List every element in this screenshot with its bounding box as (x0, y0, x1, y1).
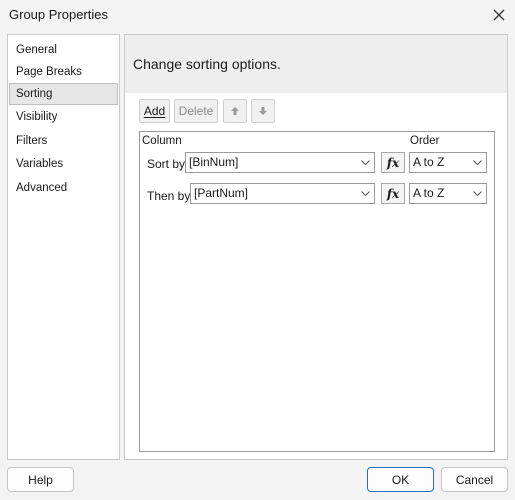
help-button[interactable]: Help (7, 467, 74, 492)
delete-button[interactable]: Delete (174, 99, 218, 123)
fx-icon: fx (386, 186, 400, 201)
arrow-up-icon (231, 107, 239, 115)
sort-by-column-value: [BinNum] (189, 155, 239, 169)
then-by-column-value: [PartNum] (194, 186, 249, 200)
chevron-down-icon (361, 184, 370, 203)
move-down-button[interactable] (251, 99, 275, 123)
sort-by-column-select[interactable]: [BinNum] (185, 152, 375, 173)
add-button-label: Add (143, 104, 166, 118)
chevron-down-icon (473, 153, 482, 172)
sidebar-item-general[interactable]: General (9, 39, 118, 61)
column-header: Column (142, 135, 182, 147)
fx-icon: fx (386, 155, 400, 170)
sidebar-item-sorting[interactable]: Sorting (9, 83, 118, 105)
then-by-order-value: A to Z (413, 186, 445, 200)
window-title: Group Properties (9, 7, 108, 22)
sidebar-item-variables[interactable]: Variables (9, 153, 118, 175)
order-header: Order (410, 135, 440, 147)
then-by-expression-button[interactable]: fx (381, 183, 405, 204)
sidebar-item-page-breaks[interactable]: Page Breaks (9, 61, 118, 83)
add-button[interactable]: Add (139, 99, 170, 123)
ok-button[interactable]: OK (367, 467, 434, 492)
sort-by-label: Sort by (147, 157, 186, 171)
cancel-button[interactable]: Cancel (441, 467, 508, 492)
sort-by-order-select[interactable]: A to Z (409, 152, 487, 173)
then-by-order-select[interactable]: A to Z (409, 183, 487, 204)
chevron-down-icon (473, 184, 482, 203)
sort-by-order-value: A to Z (413, 155, 445, 169)
chevron-down-icon (361, 153, 370, 172)
sidebar-item-filters[interactable]: Filters (9, 130, 118, 152)
then-by-label: Then by (147, 189, 191, 203)
sort-by-expression-button[interactable]: fx (381, 152, 405, 173)
close-icon[interactable] (486, 3, 512, 27)
sort-grid (139, 131, 495, 452)
then-by-column-select[interactable]: [PartNum] (190, 183, 375, 204)
sidebar-nav: General Page Breaks Sorting Visibility F… (7, 34, 120, 460)
panel-title: Change sorting options. (133, 56, 281, 72)
arrow-down-icon (259, 107, 267, 115)
sidebar-item-advanced[interactable]: Advanced (9, 177, 118, 199)
move-up-button[interactable] (223, 99, 247, 123)
sidebar-item-visibility[interactable]: Visibility (9, 106, 118, 128)
